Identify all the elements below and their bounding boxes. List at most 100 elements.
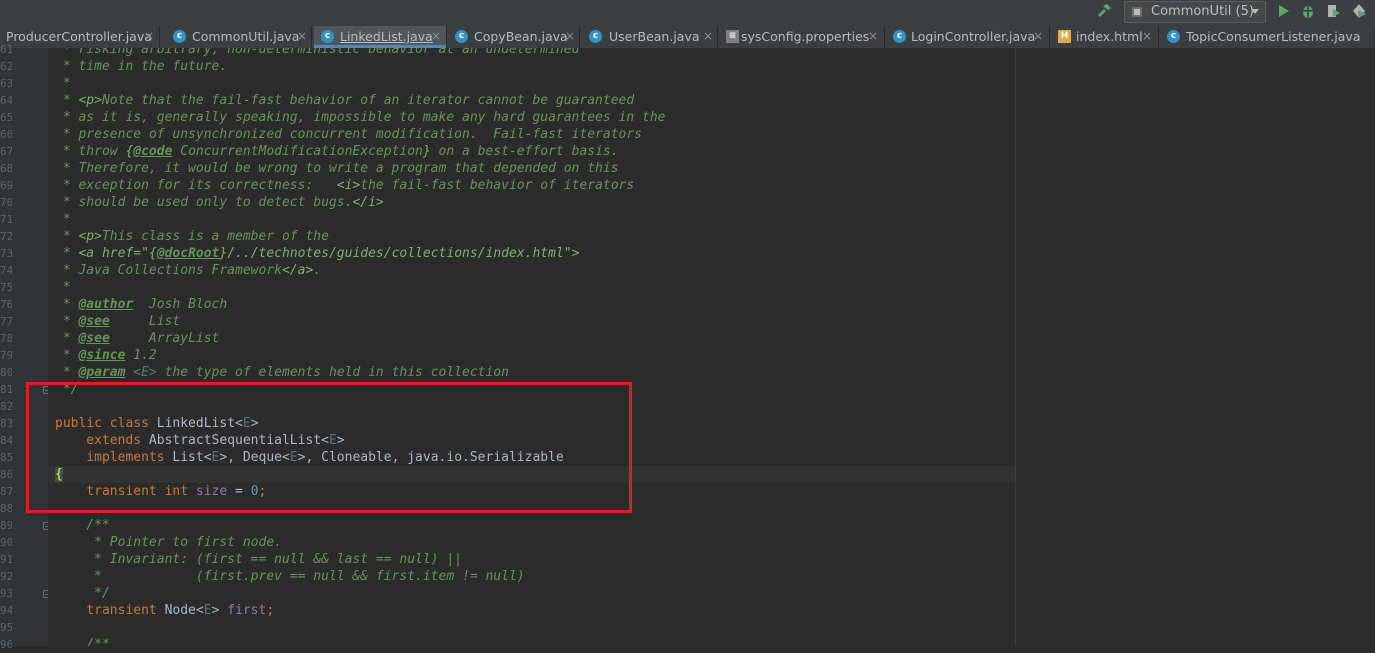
profile-icon[interactable] [1350,2,1368,20]
tab-copy-bean[interactable]: c CopyBean.java × [448,26,580,48]
code-line: * @see List [55,314,181,329]
tab-label: UserBean.java [609,29,700,44]
line-number: 74 [0,264,12,277]
code-line: * (first.prev == null && first.item != n… [55,569,525,584]
line-number: 70 [0,196,12,209]
close-icon[interactable]: × [1142,29,1152,43]
tab-label: CommonUtil.java [192,29,300,44]
line-number: 82 [0,400,12,413]
line-number: 86 [0,468,12,481]
tab-user-bean[interactable]: c UserBean.java × [582,26,718,48]
code-line: * @param <E> the type of elements held i… [55,365,509,380]
line-number: 91 [0,553,12,566]
properties-icon: ≡ [726,30,739,43]
code-line: * <a href="{@docRoot}/../technotes/guide… [55,246,580,261]
tab-common-util[interactable]: c CommonUtil.java × [166,26,312,48]
line-number: 93 [0,587,12,600]
line-number: 72 [0,230,12,243]
tab-login-controller[interactable]: c LoginController.java × [886,26,1050,48]
code-line: * should be used only to detect bugs.</i… [55,195,384,210]
code-line: * Therefore, it would be wrong to write … [55,161,619,176]
close-icon[interactable]: × [565,29,575,43]
line-number: 84 [0,434,12,447]
debug-icon[interactable] [1299,2,1317,20]
line-number: 61 [0,43,12,56]
line-number: 89 [0,519,12,532]
line-number: 67 [0,145,12,158]
line-number: 80 [0,366,12,379]
close-icon[interactable]: × [703,29,713,43]
code-line: * Invariant: (first == null && last == n… [55,552,462,567]
run-config-label: CommonUtil (5) [1151,4,1254,19]
class-icon: c [173,30,186,43]
code-line: transient Node<E> first; [55,603,275,618]
code-line: * risking arbitrary, non-deterministic b… [55,48,580,57]
java-class-config-icon [1132,7,1142,17]
line-number: 62 [0,60,12,73]
tab-producer-controller[interactable]: ProducerController.java × [0,26,160,48]
code-line: */ [55,586,110,601]
code-line: * <p>Note that the fail-fast behavior of… [55,93,635,108]
line-number: 76 [0,298,12,311]
close-icon[interactable]: × [1033,29,1043,43]
code-line: /** [55,637,110,646]
code-line: * Pointer to first node. [55,535,282,550]
coverage-icon[interactable] [1324,2,1342,20]
line-number: 94 [0,604,12,617]
tab-sys-config[interactable]: ≡ sysConfig.properties × [719,26,885,48]
build-hammer-icon[interactable] [1095,2,1113,20]
code-line: * @since 1.2 [55,348,157,363]
annotation-highlight-box [26,382,632,513]
close-icon[interactable]: × [144,29,154,43]
code-line: * [55,280,71,295]
code-line: * throw {@code ConcurrentModificationExc… [55,144,619,159]
html-icon: H [1058,30,1071,43]
class-icon: c [1167,30,1180,43]
line-number: 77 [0,315,12,328]
tab-label: LoginController.java [911,29,1036,44]
line-number: 83 [0,417,12,430]
class-icon: c [893,30,906,43]
line-number: 68 [0,162,12,175]
line-number: 75 [0,281,12,294]
code-line: * time in the future. [55,59,228,74]
line-number-gutter: 61 62 63 64 65 66 67 68 69 70 71 72 73 7… [0,43,51,651]
line-number: 71 [0,213,12,226]
line-number: 73 [0,247,12,260]
line-number: 90 [0,536,12,549]
close-icon[interactable]: × [431,29,441,43]
tab-linked-list[interactable]: c LinkedList.java × [314,26,447,48]
code-line: * @author Josh Bloch [55,297,228,312]
code-line: * <p>This class is a member of the [55,229,329,244]
tab-label: sysConfig.properties [741,29,870,44]
line-number: 88 [0,502,12,515]
class-icon: c [589,30,602,43]
right-margin-guide [1015,48,1016,646]
line-number: 87 [0,485,12,498]
run-configuration-select[interactable]: CommonUtil (5) [1124,1,1266,23]
line-number: 96 [0,638,12,651]
line-number: 64 [0,94,12,107]
close-icon[interactable]: × [868,29,878,43]
line-number: 66 [0,128,12,141]
code-line: * presence of unsynchronized concurrent … [55,127,642,142]
line-number: 79 [0,349,12,362]
code-line: /** [55,518,110,533]
tab-topic-consumer-listener[interactable]: c TopicConsumerListener.java [1160,26,1375,48]
tab-label: TopicConsumerListener.java [1186,29,1361,44]
line-number: 63 [0,77,12,90]
line-number: 65 [0,111,12,124]
class-icon: c [321,30,334,43]
code-line: * @see ArrayList [55,331,220,346]
tab-index-html[interactable]: H index.html × [1051,26,1159,48]
close-icon[interactable]: × [297,29,307,43]
line-number: 69 [0,179,12,192]
code-line: * [55,76,71,91]
main-toolbar: CommonUtil (5) [0,0,1375,26]
tab-label: CopyBean.java [474,29,568,44]
line-number: 81 [0,383,12,396]
line-number: 95 [0,621,12,634]
run-icon[interactable] [1274,2,1292,20]
code-line: * Java Collections Framework</a>. [55,263,322,278]
code-editor[interactable]: * risking arbitrary, non-deterministic b… [48,48,1375,646]
